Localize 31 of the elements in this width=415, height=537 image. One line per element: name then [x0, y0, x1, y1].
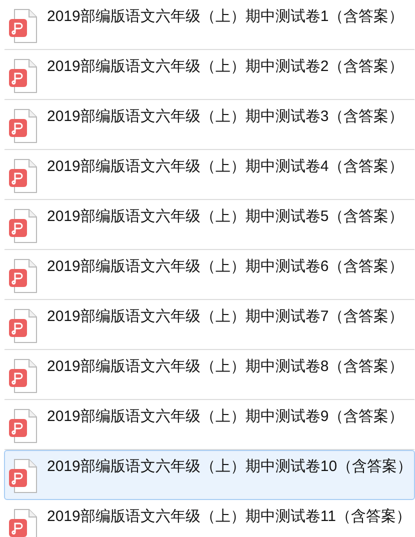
file-item[interactable]: 2019部编版语文六年级（上）期中测试卷10（含答案）	[4, 450, 415, 500]
file-item[interactable]: 2019部编版语文六年级（上）期中测试卷4（含答案）	[4, 150, 415, 200]
pdf-file-icon	[9, 359, 37, 393]
pdf-file-icon	[9, 59, 37, 93]
file-name: 2019部编版语文六年级（上）期中测试卷6（含答案）	[47, 257, 404, 277]
pdf-file-icon	[9, 259, 37, 293]
file-name: 2019部编版语文六年级（上）期中测试卷10（含答案）	[47, 457, 412, 477]
file-item[interactable]: 2019部编版语文六年级（上）期中测试卷6（含答案）	[4, 250, 415, 300]
pdf-file-icon	[9, 109, 37, 143]
file-name: 2019部编版语文六年级（上）期中测试卷11（含答案）	[47, 507, 411, 527]
file-name: 2019部编版语文六年级（上）期中测试卷3（含答案）	[47, 107, 404, 127]
file-item[interactable]: 2019部编版语文六年级（上）期中测试卷5（含答案）	[4, 200, 415, 250]
pdf-file-icon	[9, 209, 37, 243]
file-name: 2019部编版语文六年级（上）期中测试卷4（含答案）	[47, 157, 404, 177]
pdf-file-icon	[9, 159, 37, 193]
file-name: 2019部编版语文六年级（上）期中测试卷1（含答案）	[47, 7, 404, 27]
pdf-file-icon	[9, 9, 37, 43]
file-name: 2019部编版语文六年级（上）期中测试卷8（含答案）	[47, 357, 404, 377]
file-item[interactable]: 2019部编版语文六年级（上）期中测试卷11（含答案）	[4, 500, 415, 537]
pdf-file-icon	[9, 409, 37, 443]
file-item[interactable]: 2019部编版语文六年级（上）期中测试卷3（含答案）	[4, 100, 415, 150]
file-item[interactable]: 2019部编版语文六年级（上）期中测试卷8（含答案）	[4, 350, 415, 400]
pdf-file-icon	[9, 309, 37, 343]
file-name: 2019部编版语文六年级（上）期中测试卷5（含答案）	[47, 207, 404, 227]
file-name: 2019部编版语文六年级（上）期中测试卷7（含答案）	[47, 307, 404, 327]
file-name: 2019部编版语文六年级（上）期中测试卷9（含答案）	[47, 407, 404, 427]
pdf-file-icon	[9, 459, 37, 493]
file-name: 2019部编版语文六年级（上）期中测试卷2（含答案）	[47, 57, 404, 77]
file-item[interactable]: 2019部编版语文六年级（上）期中测试卷7（含答案）	[4, 300, 415, 350]
file-item[interactable]: 2019部编版语文六年级（上）期中测试卷2（含答案）	[4, 50, 415, 100]
file-item[interactable]: 2019部编版语文六年级（上）期中测试卷1（含答案）	[4, 0, 415, 50]
